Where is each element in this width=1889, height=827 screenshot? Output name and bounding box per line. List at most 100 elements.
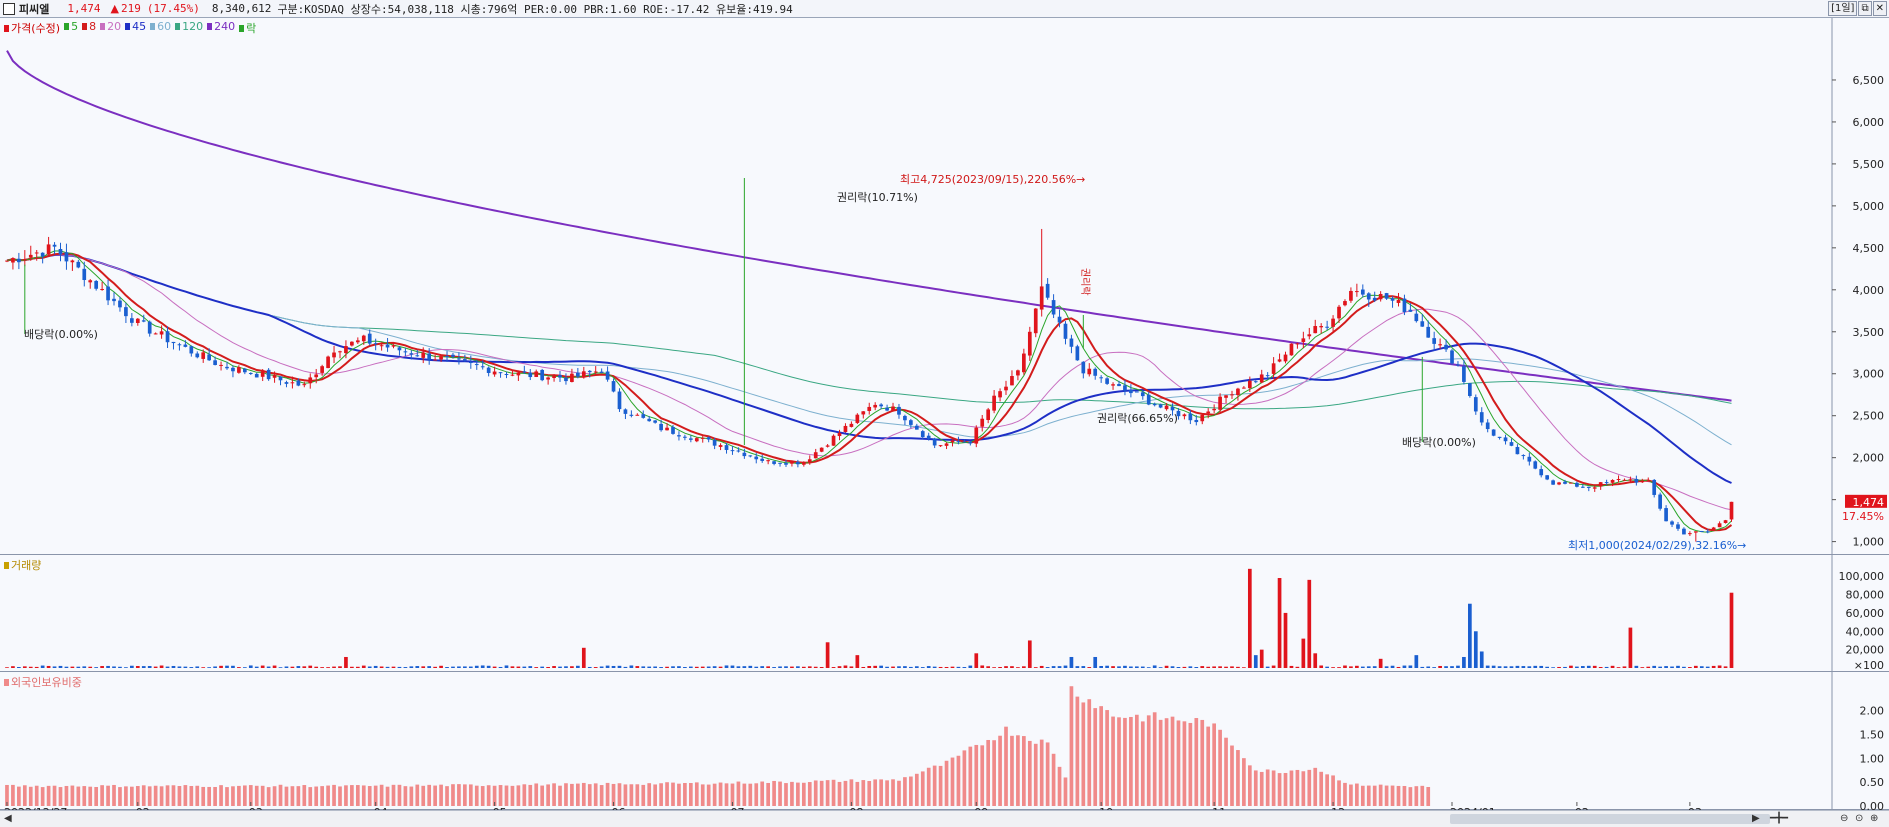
zoom-slider-icon[interactable]: ━╋━ — [1770, 813, 1788, 824]
candle-body — [909, 420, 913, 425]
dividend2-label: 배당락(0.00%) — [1402, 436, 1476, 449]
candle-body — [415, 355, 420, 357]
foreign-bar — [956, 755, 961, 806]
foreign-bar — [986, 739, 991, 806]
period-button[interactable]: [1일] — [1828, 1, 1858, 16]
foreign-bar — [213, 786, 217, 806]
zoom-reset-icon[interactable]: ⊙ — [1855, 813, 1863, 824]
candle-body — [355, 340, 360, 343]
foreign-bar — [1146, 715, 1151, 806]
volume-bar — [1580, 666, 1585, 668]
foreign-bar — [1289, 770, 1294, 806]
volume-bar — [1575, 666, 1579, 668]
foreign-bar — [1093, 708, 1098, 806]
foreign-bar — [1170, 716, 1175, 806]
volume-bar — [742, 666, 747, 668]
volume-chart[interactable]: 100,000 80,000 60,000 40,000 20,000 ×100 — [0, 555, 1889, 672]
volume-bar — [1444, 666, 1448, 668]
volume-bar — [903, 666, 907, 668]
candle-body — [1527, 456, 1532, 462]
horizontal-scrollbar[interactable]: ◀ ▶ ━╋━ ⊖ ⊙ ⊕ — [0, 810, 1889, 827]
candle-body — [552, 375, 556, 379]
ma8-line — [6, 252, 1733, 532]
candle-body — [1051, 300, 1056, 315]
volume-bar — [284, 666, 289, 668]
foreign-bar — [980, 745, 985, 806]
candle-body — [683, 436, 687, 438]
volume-bar — [1539, 665, 1544, 668]
volume-bar — [480, 665, 485, 668]
foreign-bar — [427, 784, 432, 806]
volume-bar — [147, 666, 152, 668]
candle-body — [1236, 388, 1240, 396]
volume-bar — [992, 667, 996, 668]
volume-bar — [897, 666, 901, 668]
candle-body — [177, 344, 182, 346]
candle-body — [451, 354, 455, 357]
foreign-bar — [629, 784, 634, 806]
foreign-bar — [1051, 753, 1056, 806]
volume-bar — [635, 666, 640, 668]
price-tick-label: 2,000 — [1853, 452, 1885, 465]
volume-bar — [617, 665, 622, 668]
foreign-bar — [558, 785, 562, 806]
candle-body — [1224, 395, 1228, 398]
price-chart[interactable]: 6,500 6,000 5,500 5,000 4,500 4,000 3,500 3,000… — [0, 18, 1889, 555]
candle-body — [260, 371, 265, 377]
foreign-bar — [1313, 767, 1318, 806]
foreign-bar — [28, 786, 33, 806]
candle-body — [40, 252, 45, 257]
close-icon[interactable]: ✕ — [1872, 1, 1887, 16]
zoom-in-icon[interactable]: ⊕ — [1870, 813, 1878, 824]
volume-bar — [932, 666, 937, 668]
zoom-out-icon[interactable]: ⊖ — [1840, 813, 1848, 824]
volume-bar — [599, 666, 604, 668]
foreign-bar — [112, 784, 116, 806]
foreign-bar — [1360, 785, 1365, 806]
volume-bar — [718, 666, 723, 668]
candle-body — [1551, 480, 1555, 485]
restore-icon[interactable]: ⧉ — [1858, 1, 1872, 16]
volume-bar — [201, 667, 206, 668]
price-tick-label: 6,500 — [1853, 74, 1885, 87]
candle-body — [1426, 326, 1431, 338]
vertical-rights-label: 권리락 — [1079, 268, 1091, 296]
candle-body — [1497, 436, 1502, 438]
foreign-bar — [1408, 787, 1413, 806]
volume-bar — [819, 666, 824, 668]
scroll-thumb[interactable] — [1450, 814, 1770, 824]
price-panel[interactable]: 가격(수정) 5 8 20 45 60 120 240 락 6,500 6,000… — [0, 18, 1889, 555]
volume-bar — [754, 666, 759, 668]
volume-bar — [879, 665, 883, 668]
candle-body — [1545, 475, 1550, 480]
foreign-bar — [302, 785, 307, 806]
foreign-panel[interactable]: 외국인보유비중 2.001.501.000.500.002022/12/2702… — [0, 672, 1889, 810]
foreign-bar — [516, 785, 521, 806]
volume-bar — [320, 667, 324, 668]
volume-bar — [272, 665, 277, 668]
volume-bar — [135, 666, 140, 668]
foreign-bar — [992, 740, 996, 806]
candle-body — [980, 418, 985, 427]
foreign-bar — [1396, 785, 1401, 806]
scroll-right-icon[interactable]: ▶ — [1752, 813, 1760, 824]
candle-body — [665, 427, 669, 431]
candle-body — [516, 372, 521, 376]
foreign-bar — [361, 785, 366, 806]
candle-body — [926, 435, 931, 439]
candle-body — [165, 331, 170, 343]
volume-bar — [1456, 665, 1460, 668]
select-checkbox[interactable] — [3, 2, 15, 15]
volume-bar — [837, 666, 842, 668]
candle-body — [1509, 442, 1514, 446]
volume-panel[interactable]: 거래량 100,000 80,000 60,000 40,000 20,000 ×100 — [0, 555, 1889, 672]
candle-body — [135, 318, 140, 323]
foreign-bar — [938, 765, 943, 806]
scroll-left-icon[interactable]: ◀ — [4, 813, 12, 824]
candle-body — [112, 298, 116, 302]
candle-body — [807, 459, 812, 463]
candle-body — [1259, 374, 1264, 383]
volume-bar — [290, 666, 295, 668]
foreign-chart[interactable]: 2.001.501.000.500.002022/12/270203040506… — [0, 672, 1889, 810]
foreign-bar — [950, 757, 955, 806]
